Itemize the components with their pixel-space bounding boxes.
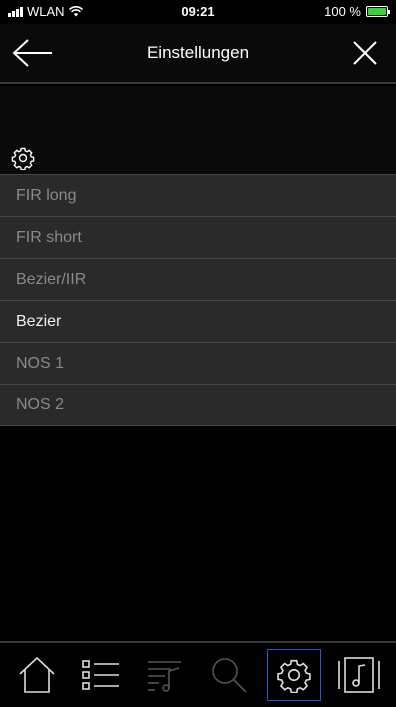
status-bar: WLAN 09:21 100 %	[0, 0, 396, 24]
playlist-icon	[148, 661, 181, 692]
home-icon	[19, 656, 55, 693]
tab-playlist[interactable]	[138, 649, 192, 701]
tab-settings[interactable]	[267, 649, 321, 701]
list-item[interactable]: FIR short	[0, 216, 396, 258]
tab-search[interactable]	[202, 649, 256, 701]
list-item-selected[interactable]: Bezier	[0, 300, 396, 342]
list-item-label: Bezier/IIR	[16, 270, 87, 288]
close-icon[interactable]	[352, 40, 378, 66]
nav-header: Einstellungen	[0, 24, 396, 84]
list-icon	[82, 660, 119, 690]
page-title: Einstellungen	[146, 43, 250, 62]
battery-icon	[366, 6, 390, 17]
list-item-label: FIR short	[16, 228, 82, 246]
tab-now-playing[interactable]	[332, 649, 386, 701]
battery-label: 100 %	[324, 4, 361, 19]
list-item-label: NOS 1	[16, 354, 65, 372]
tab-list[interactable]	[74, 649, 128, 701]
status-right: 100 %	[324, 4, 390, 19]
list-item[interactable]: NOS 2	[0, 384, 396, 426]
filter-list: FIR long FIR short Bezier/IIR Bezier NOS…	[0, 174, 396, 426]
list-item-label: Bezier	[16, 312, 62, 330]
list-item-label: NOS 2	[16, 396, 65, 413]
list-item-label: FIR long	[16, 186, 77, 204]
tab-home[interactable]	[10, 649, 64, 701]
list-item[interactable]: Bezier/IIR	[0, 258, 396, 300]
gear-icon	[11, 147, 35, 170]
list-item[interactable]: FIR long	[0, 174, 396, 216]
section-header	[0, 86, 396, 174]
list-item[interactable]: NOS 1	[0, 342, 396, 384]
tab-bar	[0, 641, 396, 707]
search-icon	[212, 658, 247, 693]
now-playing-icon	[338, 657, 380, 693]
gear-icon	[277, 659, 311, 693]
